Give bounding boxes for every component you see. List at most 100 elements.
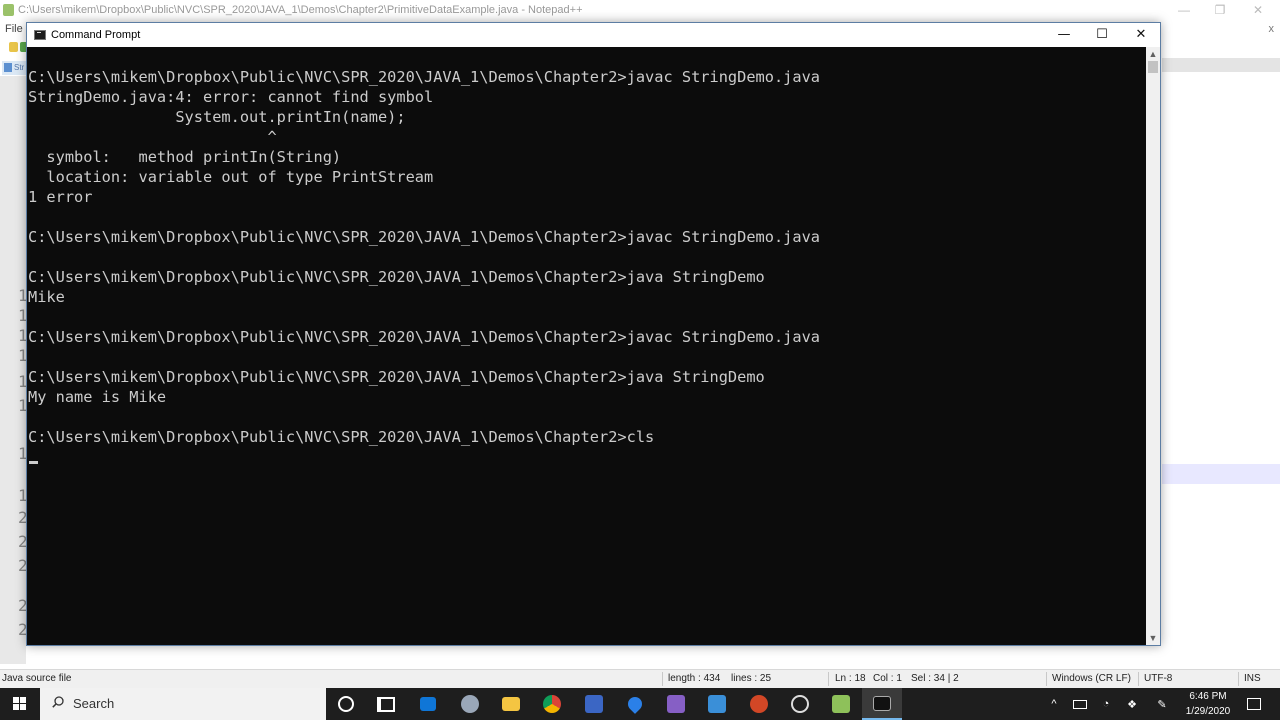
clock-date: 1/29/2020 [1185, 706, 1231, 717]
taskbar-app-obs[interactable] [780, 688, 820, 720]
menu-file[interactable]: File [5, 20, 23, 38]
task-view-button[interactable] [366, 688, 406, 720]
taskbar-app-chrome[interactable] [532, 688, 572, 720]
notepad-restore-button[interactable]: ❐ [1200, 0, 1240, 20]
console-line: 1 error [28, 188, 93, 206]
line-number-gutter: 1 1 1 1 1 1 1 1 2 2 2 2 2 [0, 76, 28, 664]
status-selection: Sel : 34 | 2 [911, 673, 959, 684]
text-cursor [29, 461, 38, 464]
scrollbar-thumb[interactable] [1148, 61, 1158, 73]
battery-icon [1073, 699, 1087, 709]
taskbar-app[interactable] [574, 688, 614, 720]
notepad-close-button[interactable]: ✕ [1238, 0, 1278, 20]
taskbar-app-visual-studio[interactable] [656, 688, 696, 720]
taskbar-app-command-prompt[interactable] [862, 688, 902, 720]
cmd-minimize-button[interactable]: — [1045, 23, 1083, 47]
notepad-minimize-button[interactable]: — [1164, 0, 1204, 20]
notification-icon [1247, 698, 1261, 710]
console-line: ^ [28, 128, 277, 146]
notepad-status-bar: Java source file length : 434 lines : 25… [0, 669, 1280, 689]
start-button[interactable] [0, 688, 40, 720]
console-line: location: variable out of type PrintStre… [28, 168, 434, 186]
close-document-button[interactable]: x [1269, 20, 1275, 38]
status-divider [1046, 672, 1047, 686]
taskbar-search-box[interactable]: Search [40, 688, 326, 720]
notepad-editor-area[interactable] [1162, 58, 1280, 658]
cmd-close-button[interactable]: ✕ [1122, 23, 1160, 47]
cmd-app-icon [34, 30, 46, 40]
powerpoint-icon [750, 695, 768, 713]
cortana-button[interactable] [326, 688, 366, 720]
status-column: Col : 1 [873, 673, 902, 684]
pen-icon: ✎ [1157, 698, 1167, 711]
folder-icon [502, 697, 520, 711]
console-line: C:\Users\mikem\Dropbox\Public\NVC\SPR_20… [28, 368, 765, 386]
current-line-highlight [1162, 464, 1280, 484]
taskbar-app[interactable] [450, 688, 490, 720]
windows-taskbar: Search ^ ◔ ❖ ✎ 6:46 PM 1/29/2020 [0, 688, 1280, 720]
status-divider [828, 672, 829, 686]
notepad-app-icon [3, 4, 14, 16]
taskbar-app-powerpoint[interactable] [739, 688, 779, 720]
battery-tray-button[interactable] [1070, 688, 1090, 720]
cmd-title-bar[interactable]: Command Prompt — ☐ ✕ [27, 23, 1160, 47]
status-line: Ln : 18 [835, 673, 866, 684]
app-icon [585, 695, 603, 713]
action-center-button[interactable] [1242, 688, 1266, 720]
notepad-plus-plus-icon [832, 695, 850, 713]
command-prompt-icon [873, 695, 891, 711]
status-divider [1238, 672, 1239, 686]
notepad-title-bar[interactable]: C:\Users\mikem\Dropbox\Public\NVC\SPR_20… [0, 0, 1280, 20]
console-line: C:\Users\mikem\Dropbox\Public\NVC\SPR_20… [28, 428, 655, 446]
console-line: Mike [28, 288, 65, 306]
tab-strip [1162, 58, 1280, 72]
cmd-vertical-scrollbar[interactable]: ▲ ▼ [1146, 47, 1160, 645]
chrome-icon [543, 695, 561, 713]
taskbar-app[interactable] [697, 688, 737, 720]
file-icon [4, 63, 12, 72]
app-icon [461, 695, 479, 713]
status-encoding: UTF-8 [1144, 673, 1173, 684]
store-icon [420, 697, 436, 711]
status-lines: lines : 25 [731, 673, 772, 684]
console-line: System.out.printIn(name); [28, 108, 406, 126]
taskbar-app-notepad-plus-plus[interactable] [821, 688, 861, 720]
windows-logo-icon [13, 697, 27, 711]
file-tab[interactable]: Str [2, 61, 28, 75]
console-output[interactable]: C:\Users\mikem\Dropbox\Public\NVC\SPR_20… [27, 47, 1146, 645]
cmd-window-title: Command Prompt [51, 29, 141, 41]
status-eol: Windows (CR LF) [1052, 673, 1131, 684]
map-pin-icon [625, 694, 645, 714]
taskbar-clock[interactable]: 6:46 PM 1/29/2020 [1176, 688, 1240, 720]
taskbar-app-file-explorer[interactable] [491, 688, 531, 720]
show-hidden-icons-button[interactable]: ^ [1044, 688, 1064, 720]
chevron-up-icon: ^ [1051, 698, 1057, 710]
status-divider [1138, 672, 1139, 686]
scroll-up-arrow-icon[interactable]: ▲ [1146, 47, 1160, 61]
visual-studio-icon [667, 695, 685, 713]
cmd-maximize-button[interactable]: ☐ [1083, 23, 1121, 47]
clock-time: 6:46 PM [1189, 691, 1227, 702]
search-placeholder: Search [73, 696, 115, 711]
status-insert-mode: INS [1244, 673, 1261, 684]
taskbar-app-maps[interactable] [615, 688, 655, 720]
obs-icon [791, 695, 809, 713]
dropbox-tray-button[interactable]: ❖ [1122, 688, 1142, 720]
task-view-icon [377, 696, 395, 712]
app-icon [708, 695, 726, 713]
scroll-down-arrow-icon[interactable]: ▼ [1146, 631, 1160, 645]
notepad-title: C:\Users\mikem\Dropbox\Public\NVC\SPR_20… [18, 4, 583, 16]
console-line: C:\Users\mikem\Dropbox\Public\NVC\SPR_20… [28, 268, 765, 286]
new-file-icon[interactable] [9, 42, 18, 52]
network-tray-button[interactable]: ◔ [1096, 688, 1116, 720]
wifi-icon: ◔ [1102, 698, 1110, 710]
file-tab-label: Str [14, 63, 25, 72]
search-icon [52, 696, 64, 708]
console-line: C:\Users\mikem\Dropbox\Public\NVC\SPR_20… [28, 228, 821, 246]
taskbar-app-store[interactable] [408, 688, 448, 720]
status-length: length : 434 [668, 673, 721, 684]
console-line: My name is Mike [28, 388, 167, 406]
pen-tray-button[interactable]: ✎ [1152, 688, 1172, 720]
console-line: symbol: method printIn(String) [28, 148, 342, 166]
status-file-type: Java source file [2, 673, 72, 684]
